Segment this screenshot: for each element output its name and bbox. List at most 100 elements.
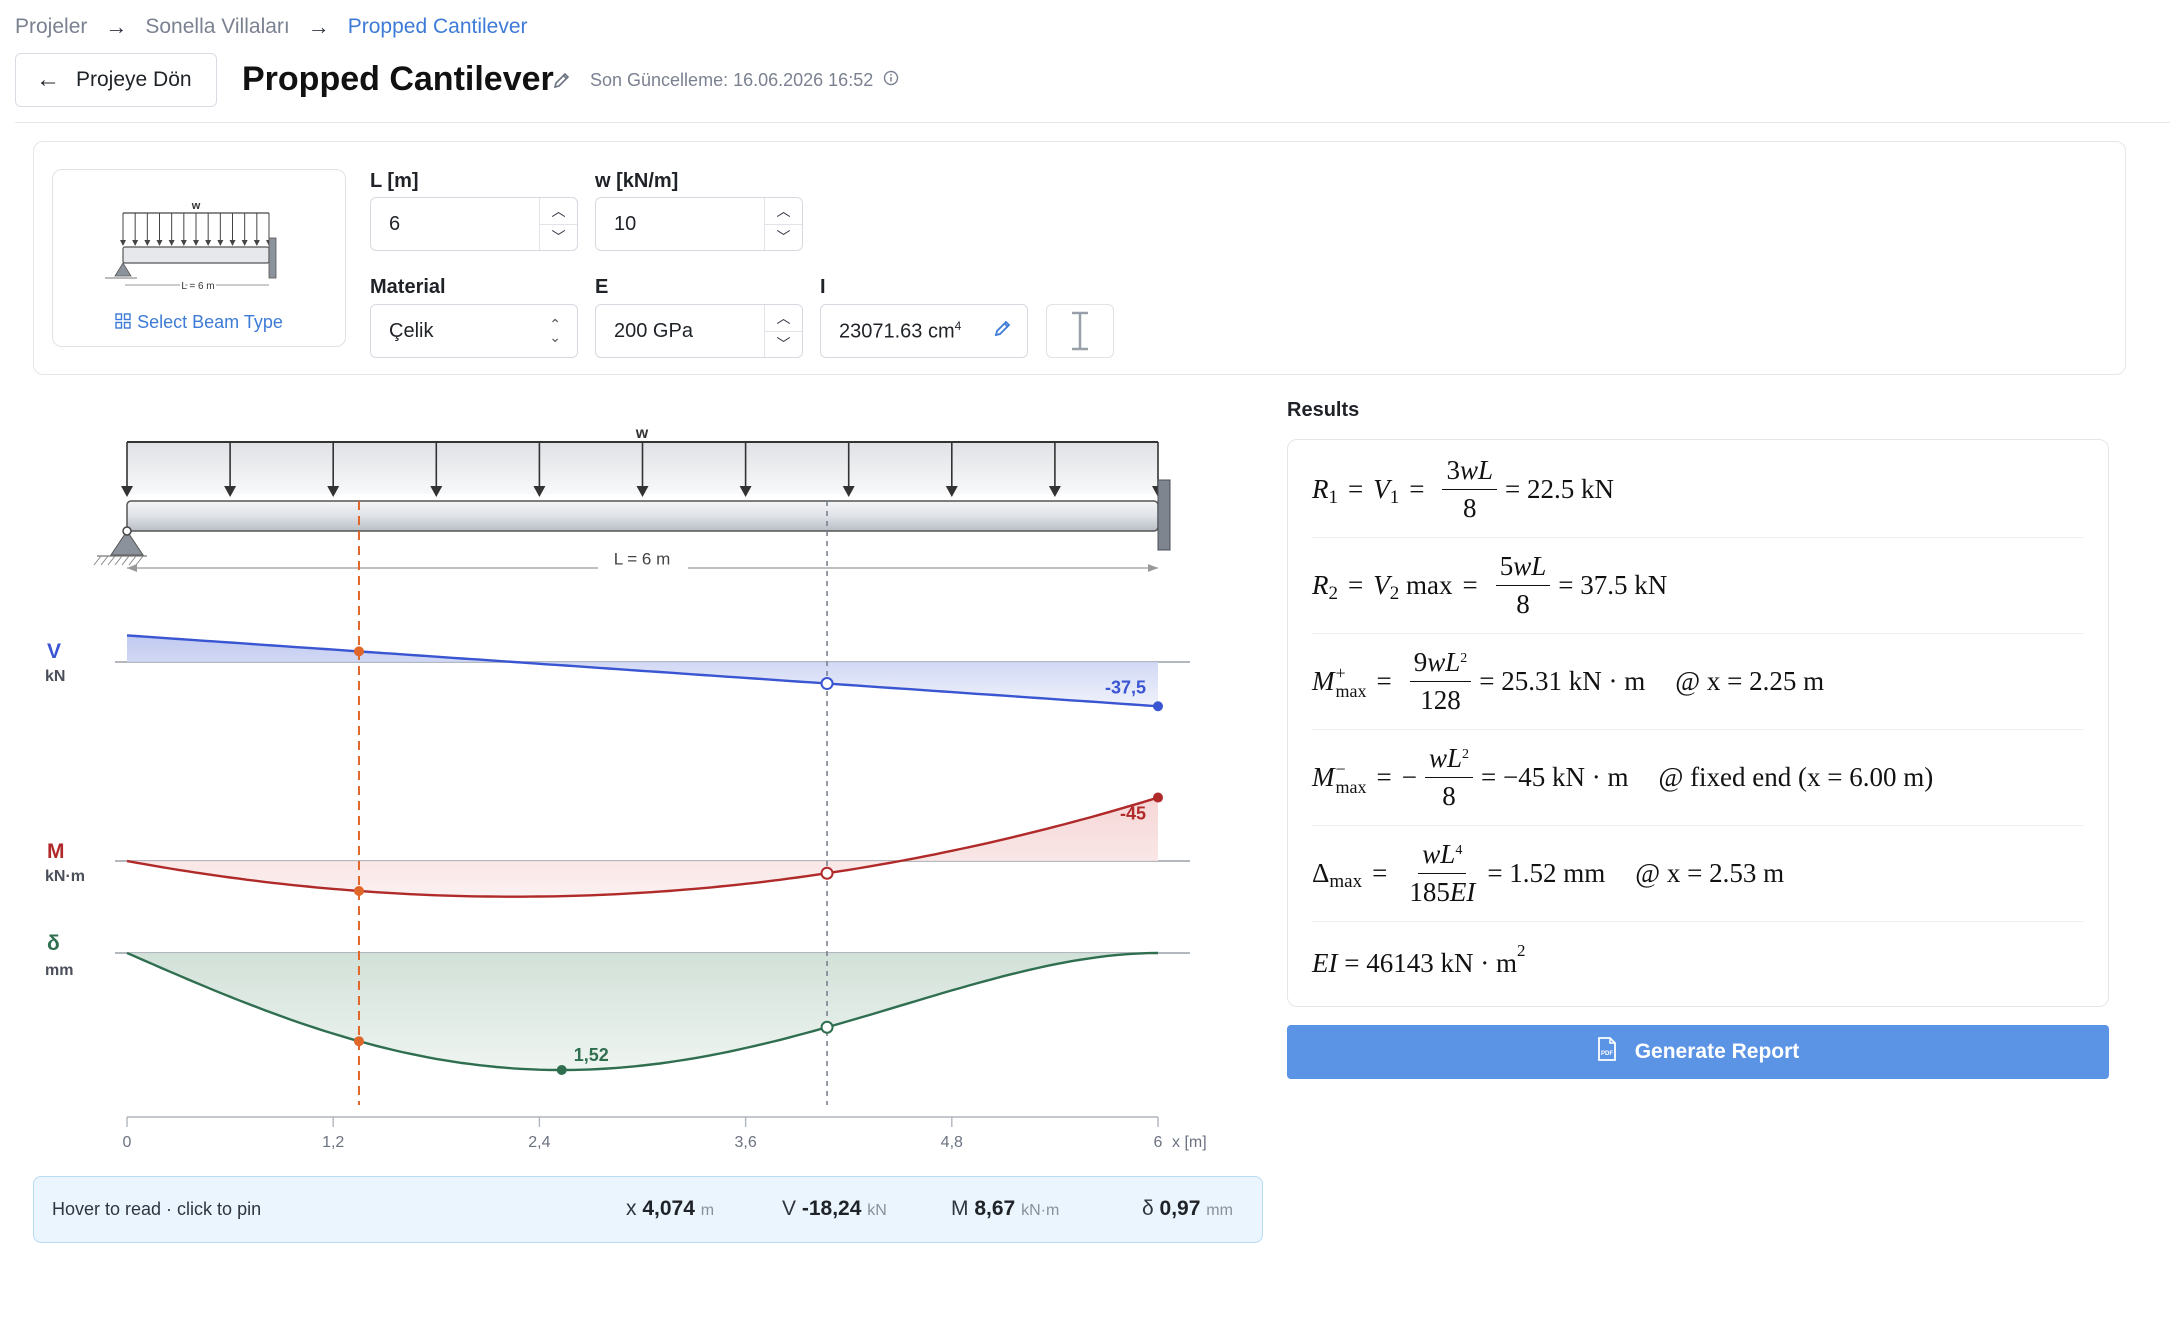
w-input[interactable]: 10 ︿ ﹀ [595, 197, 803, 251]
deflection-peak-marker [556, 1065, 567, 1075]
breadcrumb: Projeler → Sonella Villaları → Propped C… [15, 14, 528, 40]
breadcrumb-separator: → [105, 14, 128, 39]
ei-exponent: 2 [1516, 941, 1526, 960]
result-r2: R 2 = V 2 max = 5wL 8 = 37.5 kN [1312, 538, 2084, 634]
select-beam-type-button[interactable]: Select Beam Type [53, 312, 345, 334]
L-stepper[interactable]: ︿ ﹀ [539, 198, 577, 250]
results-panel: R 1 = V 1 = 3wL 8 = 22.5 kN R 2 = V 2 max = 5wL 8 = … [1287, 439, 2109, 1007]
pinned-deflection-marker [353, 1036, 364, 1047]
readout-V-value: -18,24 [801, 1197, 862, 1220]
result-ei: EI = 46143 kN · m2 [1312, 941, 1526, 978]
pinned-shear-marker [353, 646, 364, 657]
chevron-up-icon[interactable]: ︿ [765, 305, 802, 332]
deflection-axis-unit: mm [45, 962, 74, 979]
thumb-load-arrowhead [132, 240, 139, 246]
thumb-load-arrowhead [217, 240, 224, 246]
pinned-moment-marker [353, 885, 364, 896]
I-input[interactable]: 23071.63 cm4 [820, 304, 1028, 358]
pin-hinge [122, 526, 132, 536]
material-select[interactable]: Çelik ⌃ ⌄ [370, 304, 578, 358]
beam-type-card[interactable]: w L = 6 m Select Beam Type [52, 169, 346, 347]
i-beam-icon [1072, 311, 1088, 351]
ground-hatch [93, 555, 102, 566]
ground-hatch [100, 555, 109, 566]
readout-d: δ 0,97 mm [1142, 1197, 1233, 1221]
chevron-down-icon[interactable]: ﹀ [765, 225, 802, 251]
ground-hatch [121, 555, 130, 566]
last-updated: Son Güncelleme: 16.06.2026 16:52 [590, 70, 899, 91]
moment-end-marker [1153, 792, 1163, 803]
beam-diagram[interactable]: w L = 6 m -37,5 -45 1,52 0 1,2 2,4 3,6 4,8 6 x [m] [30, 405, 1270, 1165]
readout-d-value: 0,97 [1159, 1197, 1201, 1220]
dmax-at: @ x = 2.53 m [1635, 858, 1785, 888]
ei-value: = 46143 kN · m [1344, 947, 1517, 978]
chevron-down-icon[interactable]: ﹀ [540, 225, 577, 251]
back-to-project-button[interactable]: ← Projeye Dön [15, 53, 217, 107]
pencil-icon[interactable] [552, 70, 572, 95]
I-value: 23071.63 cm4 [839, 319, 993, 344]
chevron-down-icon[interactable]: ﹀ [765, 332, 802, 358]
dmax-value: = 1.52 mm [1487, 858, 1606, 888]
readout-hint: Hover to read · click to pin [52, 1199, 262, 1219]
x-tick-label: 4,8 [941, 1134, 963, 1151]
r1-value: = 22.5 kN [1505, 474, 1614, 504]
ground-hatch [114, 555, 123, 566]
L-input[interactable]: 6 ︿ ﹀ [370, 197, 578, 251]
breadcrumb-project[interactable]: Sonella Villaları [145, 15, 289, 39]
svg-text:PDF: PDF [1601, 1051, 1613, 1057]
ground-hatch [107, 555, 116, 566]
hover-deflection-marker [820, 1020, 834, 1034]
readout-V-unit: kN [867, 1202, 887, 1219]
r2-value: = 37.5 kN [1558, 570, 1668, 600]
thumb-load-arrowhead [193, 240, 199, 246]
result-mneg: M − max = − wL2 8 = −45 kN · m @ fixed end (x … [1312, 730, 2084, 826]
last-updated-text: Son Güncelleme: 16.06.2026 16:52 [590, 70, 874, 90]
diagram-layer: w L = 6 m -37,5 -45 1,52 0 1,2 2,4 3,6 4,8 6 x [m] [93, 425, 1207, 1151]
I-unit-exponent: 4 [954, 318, 962, 333]
I-number: 23071.63 cm [839, 320, 955, 343]
E-label: E [595, 276, 609, 298]
select-beam-type-label: Select Beam Type [137, 312, 283, 333]
x-tick-label: 6 [1154, 1134, 1163, 1151]
ground-hatch [135, 555, 144, 566]
shear-axis-name: V [47, 640, 62, 663]
thumb-load-arrowhead [241, 240, 248, 246]
header-divider [15, 122, 2170, 123]
material-label: Material [370, 276, 446, 298]
generate-report-button[interactable]: PDF Generate Report [1287, 1025, 2109, 1079]
breadcrumb-current[interactable]: Propped Cantilever [348, 15, 528, 39]
x-tick-label: 2,4 [528, 1134, 550, 1151]
arrow-left-icon: ← [36, 66, 60, 93]
x-axis-unit: x [m] [1172, 1134, 1207, 1151]
page-title: Propped Cantilever [242, 60, 554, 98]
readout-M-label: M [951, 1197, 969, 1220]
mpos-value: = 25.31 kN · m [1479, 666, 1646, 696]
thumb-load-arrowhead [156, 240, 163, 246]
span-arrow-left [127, 564, 137, 572]
readout-x-value: 4,074 [642, 1197, 695, 1220]
chevron-up-icon[interactable]: ︿ [765, 198, 802, 225]
thumb-load-arrowhead [180, 240, 187, 246]
section-profile-button[interactable] [1046, 304, 1114, 358]
hover-moment-marker [820, 866, 834, 880]
x-tick-label: 1,2 [322, 1134, 344, 1151]
w-stepper[interactable]: ︿ ﹀ [764, 198, 802, 250]
results-title: Results [1287, 399, 1360, 421]
readout-d-label: δ [1142, 1197, 1154, 1220]
readout-M-value: 8,67 [974, 1197, 1016, 1220]
hover-shear-marker [820, 677, 834, 691]
I-label: I [820, 276, 826, 298]
moment-axis-name: M [47, 840, 65, 863]
info-icon[interactable] [883, 70, 899, 91]
pencil-icon[interactable] [993, 318, 1013, 344]
E-stepper[interactable]: ︿ ﹀ [764, 305, 802, 357]
thumb-load-arrowhead [229, 240, 236, 246]
chevron-up-icon[interactable]: ︿ [540, 198, 577, 225]
hover-readout: Hover to read · click to pin x 4,074 m V… [33, 1176, 1263, 1243]
grid-icon [115, 313, 131, 334]
back-label: Projeye Dön [76, 68, 192, 91]
x-tick-label: 0 [123, 1134, 132, 1151]
thumb-load-arrowhead [120, 240, 126, 246]
E-input[interactable]: 200 GPa ︿ ﹀ [595, 304, 803, 358]
breadcrumb-projects[interactable]: Projeler [15, 15, 87, 39]
